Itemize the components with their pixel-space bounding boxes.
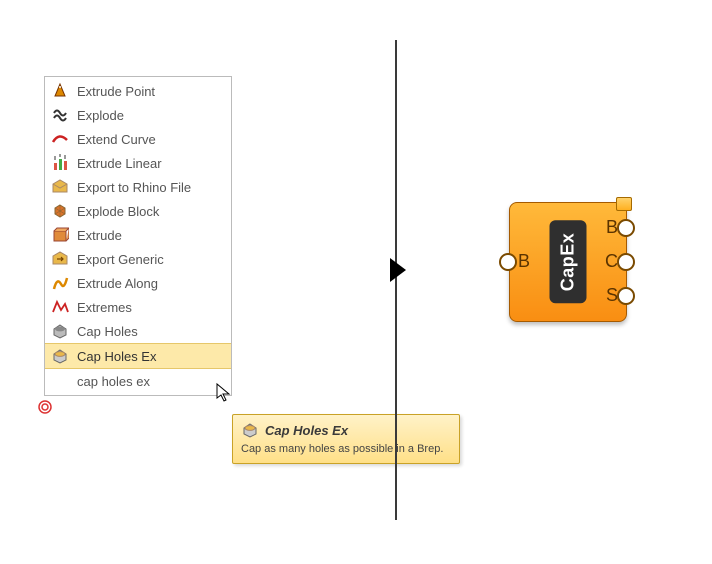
menu-item-export-rhino[interactable]: Export to Rhino File — [45, 175, 231, 199]
input-port-B[interactable] — [499, 253, 517, 271]
menu-item-label: Export to Rhino File — [77, 180, 191, 195]
menu-item-extrude-point[interactable]: Extrude Point — [45, 79, 231, 103]
menu-item-label: Extend Curve — [77, 132, 156, 147]
extremes-icon — [51, 298, 69, 316]
menu-item-extend-curve[interactable]: Extend Curve — [45, 127, 231, 151]
menu-item-cap-holes[interactable]: Cap Holes — [45, 319, 231, 343]
tooltip-title: Cap Holes Ex — [265, 423, 348, 438]
extrude-along-icon — [51, 274, 69, 292]
capex-component[interactable]: CapEx B B C S — [497, 191, 637, 331]
menu-item-label: Extrude — [77, 228, 122, 243]
menu-item-explode[interactable]: Explode — [45, 103, 231, 127]
output-port-S[interactable] — [617, 287, 635, 305]
component-name-label: CapEx — [550, 221, 587, 304]
menu-item-label: Extrude Point — [77, 84, 155, 99]
extrude-icon — [51, 226, 69, 244]
extrude-point-icon — [51, 82, 69, 100]
cap-holes-ex-icon — [51, 347, 69, 365]
menu-search-value: cap holes ex — [77, 374, 150, 389]
menu-item-extremes[interactable]: Extremes — [45, 295, 231, 319]
input-port-B-label: B — [518, 251, 530, 272]
menu-item-label: Explode Block — [77, 204, 159, 219]
menu-item-label: Cap Holes Ex — [77, 349, 156, 364]
mouse-cursor-icon — [215, 382, 233, 404]
output-port-C[interactable] — [617, 253, 635, 271]
arrow-right-icon — [390, 258, 406, 282]
export-rhino-icon — [51, 178, 69, 196]
extend-curve-icon — [51, 130, 69, 148]
menu-item-label: Export Generic — [77, 252, 164, 267]
menu-item-label: Extrude Along — [77, 276, 158, 291]
explode-icon — [51, 106, 69, 124]
menu-item-extrude[interactable]: Extrude — [45, 223, 231, 247]
menu-item-cap-holes-ex[interactable]: Cap Holes Ex — [45, 343, 231, 369]
tooltip-description: Cap as many holes as possible in a Brep. — [241, 443, 451, 455]
menu-search-text[interactable]: cap holes ex — [45, 369, 231, 393]
cap-holes-ex-icon — [241, 421, 259, 439]
grasshopper-canvas[interactable]: Extrude Point Explode Extend Curve Extru… — [0, 0, 712, 564]
explode-block-icon — [51, 202, 69, 220]
menu-item-label: Extrude Linear — [77, 156, 162, 171]
extrude-linear-icon — [51, 154, 69, 172]
menu-item-label: Extremes — [77, 300, 132, 315]
export-generic-icon — [51, 250, 69, 268]
component-body[interactable]: CapEx B B C S — [509, 202, 627, 322]
menu-item-label: Explode — [77, 108, 124, 123]
output-port-B[interactable] — [617, 219, 635, 237]
menu-item-export-generic[interactable]: Export Generic — [45, 247, 231, 271]
menu-item-label: Cap Holes — [77, 324, 138, 339]
cap-holes-icon — [51, 322, 69, 340]
menu-item-extrude-along[interactable]: Extrude Along — [45, 271, 231, 295]
component-search-menu: Extrude Point Explode Extend Curve Extru… — [44, 76, 232, 396]
menu-item-explode-block[interactable]: Explode Block — [45, 199, 231, 223]
component-tooltip: Cap Holes Ex Cap as many holes as possib… — [232, 414, 460, 464]
warning-badge — [616, 197, 632, 211]
menu-item-extrude-linear[interactable]: Extrude Linear — [45, 151, 231, 175]
canvas-crosshair-icon — [36, 398, 54, 416]
